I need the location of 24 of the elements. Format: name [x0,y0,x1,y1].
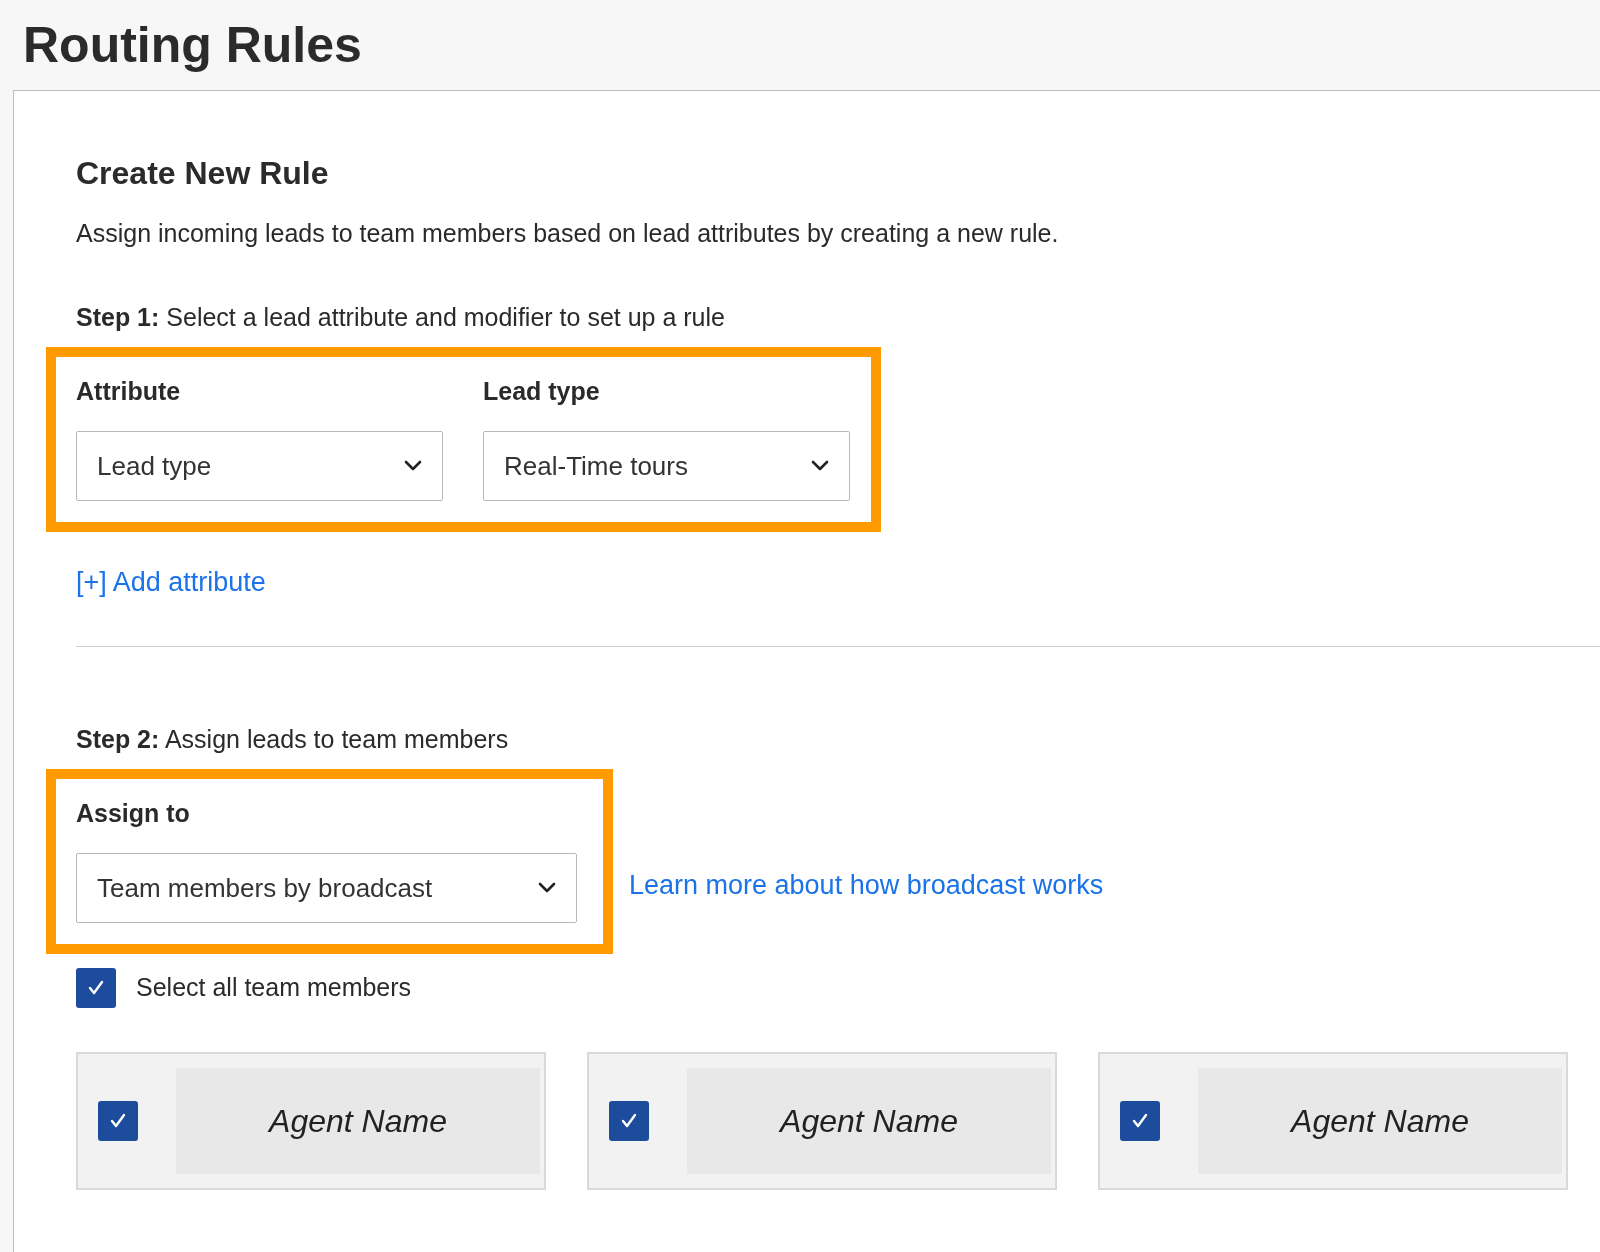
learn-more-link[interactable]: Learn more about how broadcast works [629,865,1104,906]
agent-name: Agent Name [687,1068,1051,1174]
dropdown[interactable]: Team members by broadcast [76,853,577,923]
checkbox[interactable] [1120,1101,1160,1141]
field-label: Lead type [483,376,601,407]
chevron-down-icon [811,460,829,472]
description: Assign incoming leads to team members based on lead attributes by creating a new rule. [76,218,1060,249]
section-title: Create New Rule [76,154,330,193]
field-label: Assign to [76,798,191,829]
agent-name: Agent Name [1198,1068,1562,1174]
chevron-down-icon [538,882,556,894]
add-attribute-link[interactable]: [+] Add attribute [76,567,266,597]
checkbox-label: Select all team members [136,972,412,1004]
checkbox[interactable] [76,968,116,1008]
chevron-down-icon [404,460,422,472]
page-title: Routing Rules [23,15,362,75]
checkbox[interactable] [98,1101,138,1141]
checkbox[interactable] [609,1101,649,1141]
field-label: Attribute [76,376,182,407]
agent-name: Agent Name [176,1068,540,1174]
dropdown[interactable]: Lead type [76,431,443,501]
step-instruction: Step 2: Assign leads to team members [76,724,510,755]
dropdown[interactable]: Real-Time tours [483,431,850,501]
step-instruction: Step 1: Select a lead attribute and modifier to set up a rule [76,302,726,333]
